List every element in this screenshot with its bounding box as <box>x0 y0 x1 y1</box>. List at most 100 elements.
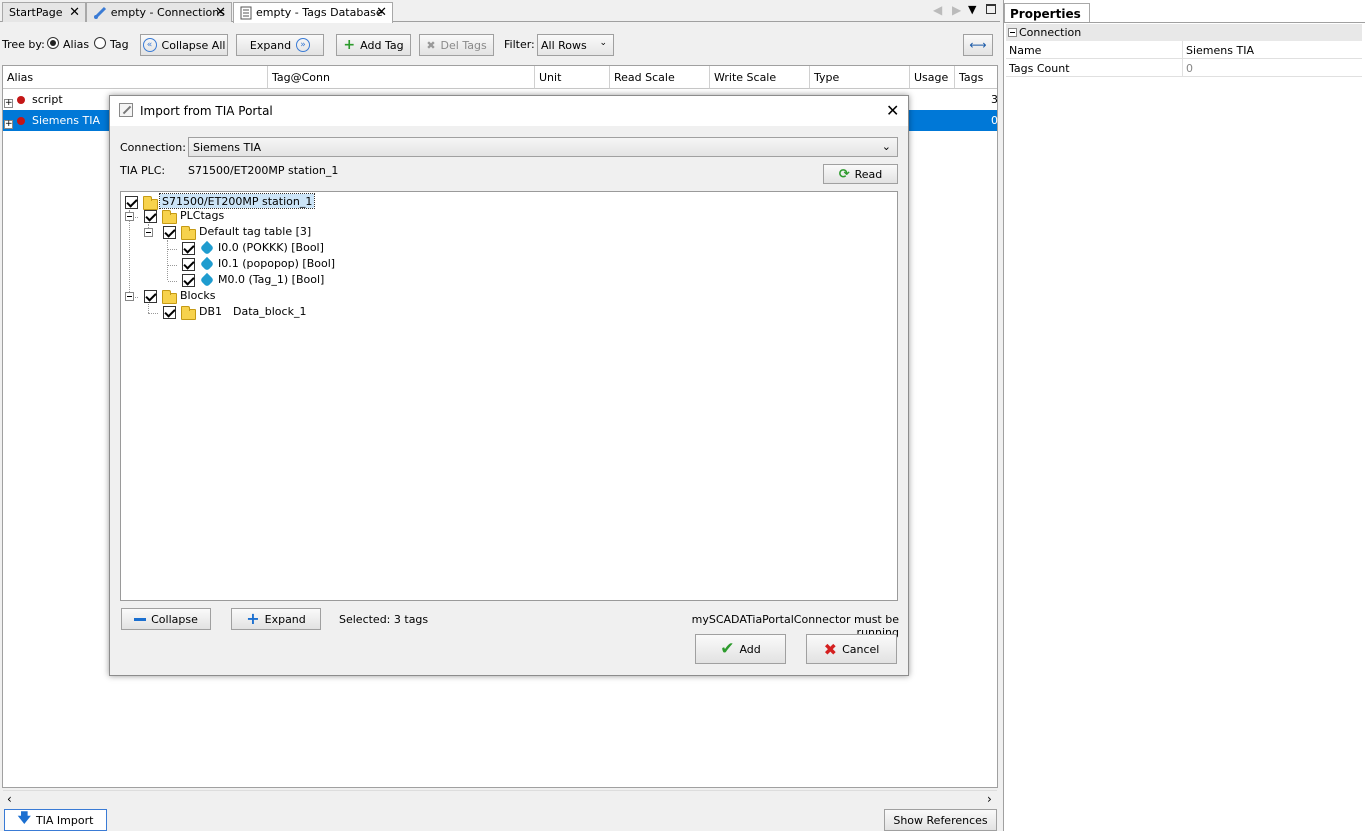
dialog-title-bar: Import from TIA Portal ✕ <box>110 96 908 126</box>
read-button[interactable]: ⟳ Read <box>823 164 898 184</box>
expand-label: Expand <box>249 38 292 52</box>
tia-import-button[interactable]: 🡇 TIA Import <box>4 809 107 831</box>
tree-node-label: DB1 <box>199 305 223 318</box>
collapse-all-button[interactable]: « Collapse All <box>140 34 228 56</box>
row-tags-count: 3 <box>991 93 998 106</box>
tab-list-dropdown-icon[interactable]: ▼ <box>968 3 976 16</box>
close-icon[interactable]: ✕ <box>376 5 387 20</box>
section-title: Connection <box>1019 26 1082 39</box>
expand-row-icon[interactable]: + <box>4 120 13 129</box>
folder-icon <box>162 290 177 304</box>
refresh-icon: ⟳ <box>838 166 850 182</box>
collapse-label: Collapse <box>151 612 198 626</box>
blocks-checkbox[interactable] <box>144 290 157 303</box>
tree-collapse-button[interactable]: Collapse <box>121 608 211 630</box>
plus-icon: + <box>246 609 260 628</box>
expand-button[interactable]: Expand » <box>236 34 324 56</box>
filter-label: Filter: <box>504 38 535 51</box>
column-header-tag-conn[interactable]: Tag@Conn <box>268 66 535 89</box>
collapse-section-icon[interactable] <box>1008 28 1017 37</box>
plctags-checkbox[interactable] <box>144 210 157 223</box>
property-value[interactable]: Siemens TIA <box>1183 41 1362 59</box>
connection-section[interactable]: Connection <box>1006 24 1362 41</box>
tag-checkbox[interactable] <box>182 242 195 255</box>
close-icon[interactable]: ✕ <box>215 5 226 20</box>
plc-value: S71500/ET200MP station_1 <box>188 164 339 177</box>
collapse-node-icon[interactable] <box>125 292 134 301</box>
fit-width-icon: ⟷ <box>969 38 987 52</box>
tag-checkbox[interactable] <box>182 258 195 271</box>
column-header-read-scale[interactable]: Read Scale <box>610 66 710 89</box>
alias-radio-label[interactable]: Alias <box>63 38 89 51</box>
tab-label: empty - Connections <box>110 6 225 19</box>
read-label: Read <box>854 167 883 181</box>
tag-icon <box>199 272 215 288</box>
db1-checkbox[interactable] <box>163 306 176 319</box>
collapse-node-icon[interactable] <box>144 228 153 237</box>
edit-pencil-icon <box>119 103 133 117</box>
add-button[interactable]: ✔ Add <box>695 634 786 664</box>
property-key: Tags Count <box>1006 59 1183 77</box>
show-references-button[interactable]: Show References <box>884 809 997 831</box>
folder-icon <box>143 196 158 210</box>
column-header-alias[interactable]: Alias <box>3 66 268 89</box>
tag-icon <box>199 240 215 256</box>
filter-select[interactable]: All Rows ⌄ <box>537 34 614 56</box>
default-table-checkbox[interactable] <box>163 226 176 239</box>
add-tag-button[interactable]: + Add Tag <box>336 34 411 56</box>
root-checkbox[interactable] <box>125 196 138 209</box>
tag-radio-label[interactable]: Tag <box>110 38 129 51</box>
close-icon[interactable]: ✕ <box>886 101 899 120</box>
expand-label: Expand <box>264 612 306 626</box>
add-label: Add <box>739 642 761 656</box>
connection-icon <box>93 6 107 20</box>
properties-tab[interactable]: Properties <box>1004 3 1090 23</box>
double-chevron-right-icon: » <box>296 38 311 52</box>
chevron-down-icon: ⌄ <box>599 38 607 48</box>
delete-x-icon: ✖ <box>426 38 436 52</box>
property-key: Name <box>1006 41 1183 59</box>
tree-expand-button[interactable]: + Expand <box>231 608 321 630</box>
cancel-button[interactable]: ✖ Cancel <box>806 634 897 664</box>
scroll-left-icon[interactable]: ◀ <box>933 3 942 17</box>
collapse-all-label: Collapse All <box>161 38 226 52</box>
close-icon[interactable]: ✕ <box>69 5 80 20</box>
scroll-left-icon[interactable]: ‹ <box>7 792 12 806</box>
tab-tags-database[interactable]: empty - Tags Database ✕ <box>233 2 393 23</box>
column-header-usage[interactable]: Usage <box>910 66 955 89</box>
tag-icon <box>199 256 215 272</box>
column-header-tags[interactable]: Tags <box>955 66 997 89</box>
del-tags-button[interactable]: ✖ Del Tags <box>419 34 494 56</box>
column-header-write-scale[interactable]: Write Scale <box>710 66 810 89</box>
add-tag-label: Add Tag <box>360 38 404 52</box>
tia-tag-tree: S71500/ET200MP station_1 PLCtags Default… <box>120 191 898 601</box>
row-alias: Siemens TIA <box>32 114 100 127</box>
arrow-down-icon: 🡇 <box>17 811 31 826</box>
maximize-icon[interactable] <box>986 4 996 14</box>
chevron-down-icon: ⌄ <box>881 140 891 153</box>
column-header-unit[interactable]: Unit <box>535 66 610 89</box>
tab-startpage[interactable]: StartPage ✕ <box>2 2 86 22</box>
document-tab-bar: StartPage ✕ empty - Connections ✕ empty … <box>0 0 1000 23</box>
alias-radio[interactable] <box>47 37 59 49</box>
connection-select[interactable]: Siemens TIA ⌄ <box>188 137 898 157</box>
scroll-right-icon[interactable]: ▶ <box>952 3 961 17</box>
del-tags-label: Del Tags <box>440 38 487 52</box>
collapse-node-icon[interactable] <box>125 212 134 221</box>
tag-radio[interactable] <box>94 37 106 49</box>
double-chevron-left-icon: « <box>142 38 157 52</box>
property-value[interactable]: 0 <box>1183 59 1362 77</box>
filter-value: All Rows <box>541 39 587 52</box>
fit-columns-button[interactable]: ⟷ <box>963 34 993 56</box>
scroll-right-icon[interactable]: › <box>987 792 992 806</box>
show-references-label: Show References <box>893 813 988 827</box>
tag-checkbox[interactable] <box>182 274 195 287</box>
folder-icon <box>162 210 177 224</box>
column-header-type[interactable]: Type <box>810 66 910 89</box>
tab-connections[interactable]: empty - Connections ✕ <box>86 2 232 22</box>
row-tags-count: 0 <box>991 114 998 127</box>
tab-label: StartPage <box>9 6 63 19</box>
horizontal-scrollbar[interactable]: ‹ › <box>3 790 997 806</box>
tags-toolbar: Tree by: Alias Tag « Collapse All Expand… <box>0 23 1000 65</box>
expand-row-icon[interactable]: + <box>4 99 13 108</box>
